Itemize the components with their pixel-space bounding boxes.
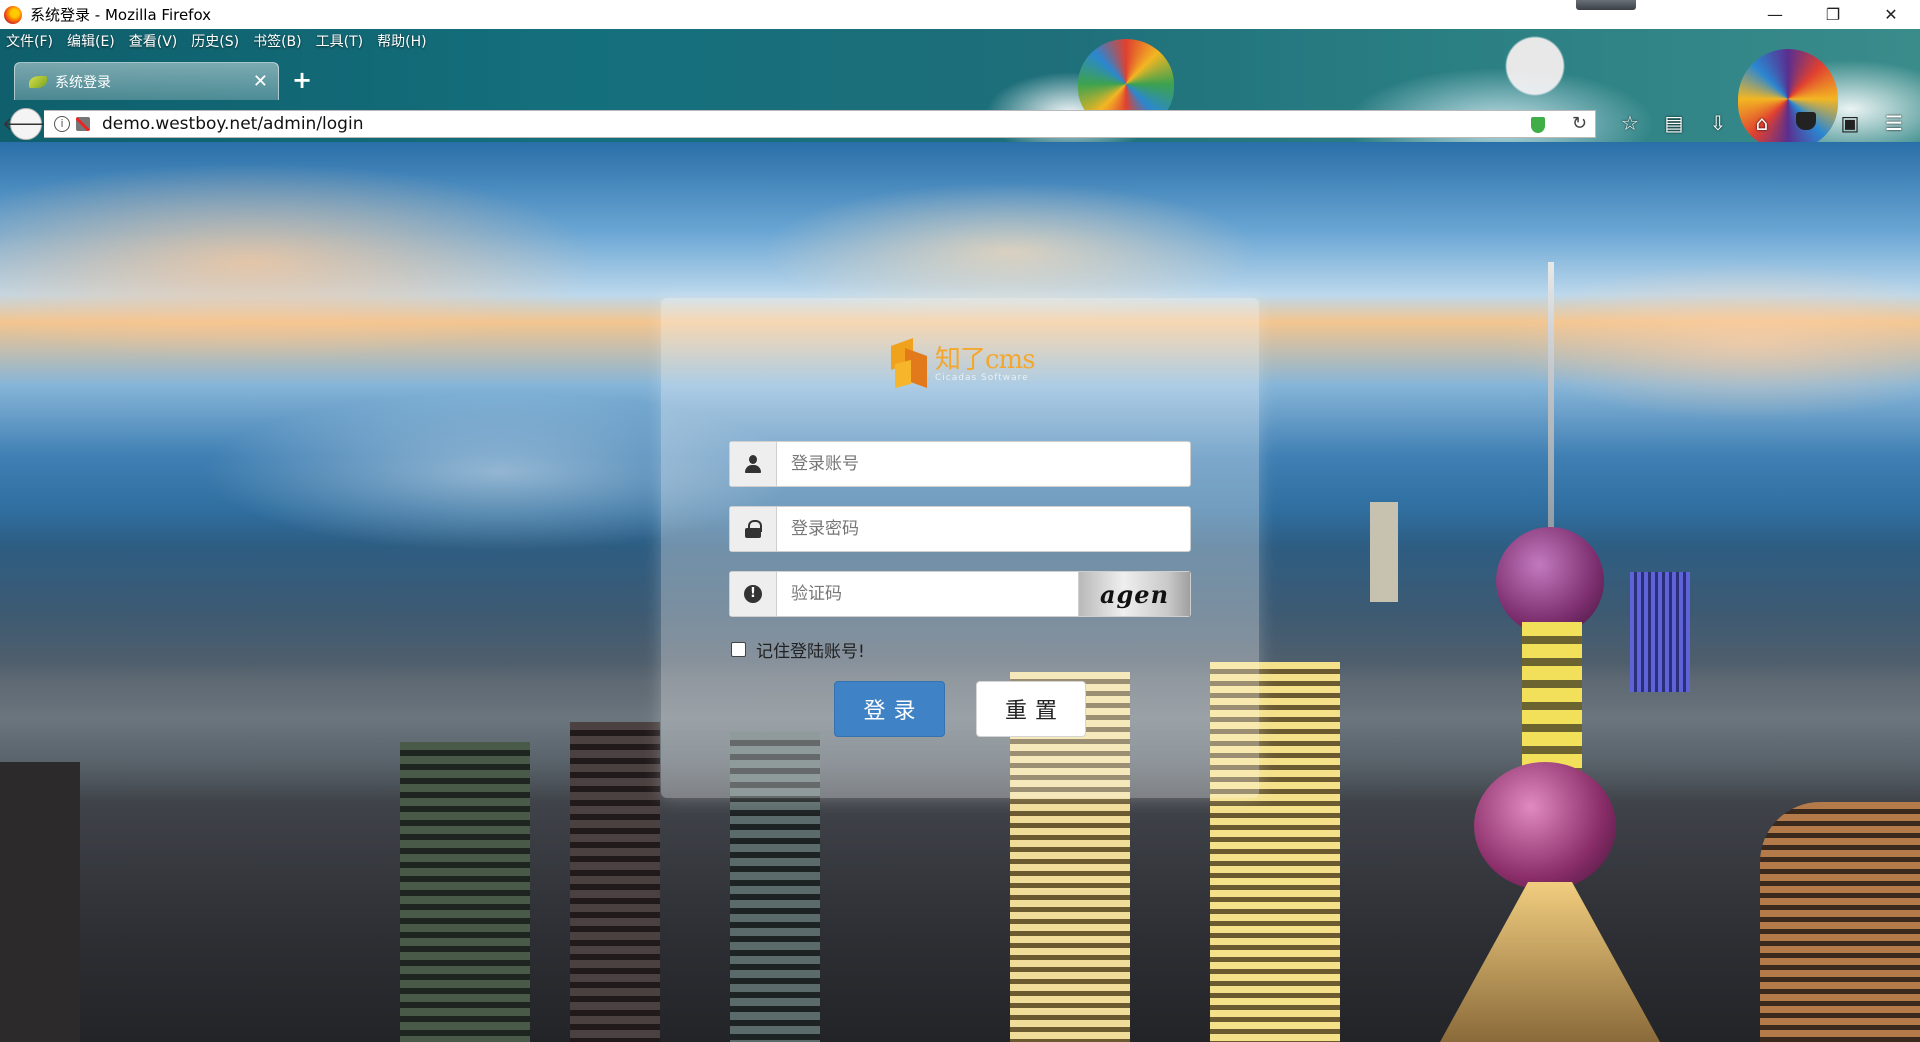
username-addon [730, 442, 777, 486]
password-group [729, 506, 1191, 552]
restore-button[interactable]: ❐ [1804, 0, 1862, 29]
menu-history[interactable]: 历史(S) [191, 31, 239, 51]
username-group [729, 441, 1191, 487]
building-decoration [1760, 802, 1920, 1042]
tab-close-icon[interactable]: ✕ [253, 71, 268, 92]
new-tab-button[interactable]: + [292, 66, 312, 94]
url-text[interactable]: demo.westboy.net/admin/login [102, 114, 363, 134]
reset-button[interactable]: 重置 [976, 681, 1086, 737]
building-decoration [1370, 502, 1398, 602]
star-icon[interactable]: ☆ [1608, 111, 1652, 135]
menu-file[interactable]: 文件(F) [6, 31, 53, 51]
captcha-image[interactable]: agen [1078, 572, 1190, 616]
menu-icon[interactable]: ☰ [1872, 111, 1916, 135]
site-logo: 知了cms Cicadas Software [891, 337, 1036, 389]
shield-icon[interactable] [1531, 117, 1545, 133]
tab-login[interactable]: 系统登录 ✕ [14, 62, 279, 100]
building-decoration [0, 762, 80, 1042]
download-icon[interactable]: ⇩ [1696, 111, 1740, 135]
window-controls: — ❐ ✕ [1746, 0, 1920, 29]
lock-icon [745, 520, 762, 538]
minimize-button[interactable]: — [1746, 0, 1804, 29]
remember-account[interactable]: 记住登陆账号! [731, 637, 865, 662]
firefox-logo-icon [4, 5, 22, 24]
reload-icon[interactable]: ↻ [1572, 113, 1587, 134]
tab-strip: 系统登录 ✕ + [0, 58, 1920, 104]
password-input[interactable] [777, 507, 1190, 551]
logo-text: 知了cms [935, 345, 1036, 375]
url-bar[interactable]: i demo.westboy.net/admin/login ↻ [44, 110, 1596, 138]
logo-subtitle: Cicadas Software [935, 373, 1029, 383]
menu-edit[interactable]: 编辑(E) [67, 31, 115, 51]
menubar: 文件(F) 编辑(E) 查看(V) 历史(S) 书签(B) 工具(T) 帮助(H… [0, 29, 441, 53]
captcha-input[interactable] [777, 572, 1078, 616]
menu-bookmarks[interactable]: 书签(B) [253, 31, 302, 51]
leaf-favicon-icon [29, 75, 47, 88]
close-window-button[interactable]: ✕ [1862, 0, 1920, 29]
password-addon [730, 507, 777, 551]
logo-mark-icon [891, 337, 929, 389]
cloud-decoration [0, 162, 600, 362]
window-thumbnail [1576, 0, 1636, 10]
tower-decoration [1440, 882, 1660, 1042]
building-decoration [570, 722, 660, 1042]
reader-icon[interactable]: ▤ [1652, 111, 1696, 135]
login-panel: 知了cms Cicadas Software ! agen 记住登 [661, 298, 1259, 798]
captcha-addon: ! [730, 572, 777, 616]
navigation-bar: 🡐 i demo.westboy.net/admin/login ↻ ☆ ▤ ⇩… [0, 104, 1920, 142]
menu-help[interactable]: 帮助(H) [377, 31, 426, 51]
user-icon [744, 455, 762, 473]
login-page-background: 知了cms Cicadas Software ! agen 记住登 [0, 142, 1920, 1042]
building-decoration [1630, 572, 1690, 692]
login-button[interactable]: 登录 [834, 681, 945, 737]
window-title: 系统登录 - Mozilla Firefox [30, 6, 212, 24]
building-decoration [400, 742, 530, 1042]
translate-icon[interactable]: ▣ [1828, 111, 1872, 135]
info-icon[interactable]: i [54, 116, 70, 132]
tab-label: 系统登录 [55, 74, 111, 91]
home-icon[interactable]: ⌂ [1740, 111, 1784, 135]
tower-decoration [1474, 762, 1616, 890]
pocket-icon[interactable] [1784, 111, 1828, 135]
username-input[interactable] [777, 442, 1190, 486]
captcha-group: ! agen [729, 571, 1191, 617]
exclamation-icon: ! [744, 585, 762, 603]
menu-tools[interactable]: 工具(T) [316, 31, 363, 51]
window-titlebar: 系统登录 - Mozilla Firefox — ❐ ✕ [0, 0, 1920, 29]
browser-chrome: 文件(F) 编辑(E) 查看(V) 历史(S) 书签(B) 工具(T) 帮助(H… [0, 29, 1920, 149]
menu-view[interactable]: 查看(V) [129, 31, 178, 51]
insecure-connection-icon [76, 117, 90, 131]
toolbar-icons: ☆ ▤ ⇩ ⌂ ▣ ☰ [1608, 108, 1916, 138]
remember-label: 记住登陆账号! [756, 642, 865, 662]
remember-checkbox[interactable] [731, 642, 746, 657]
back-button[interactable]: 🡐 [2, 108, 50, 140]
cloud-decoration [1500, 262, 1920, 422]
tower-decoration [1496, 527, 1604, 635]
tower-decoration [1522, 622, 1582, 782]
